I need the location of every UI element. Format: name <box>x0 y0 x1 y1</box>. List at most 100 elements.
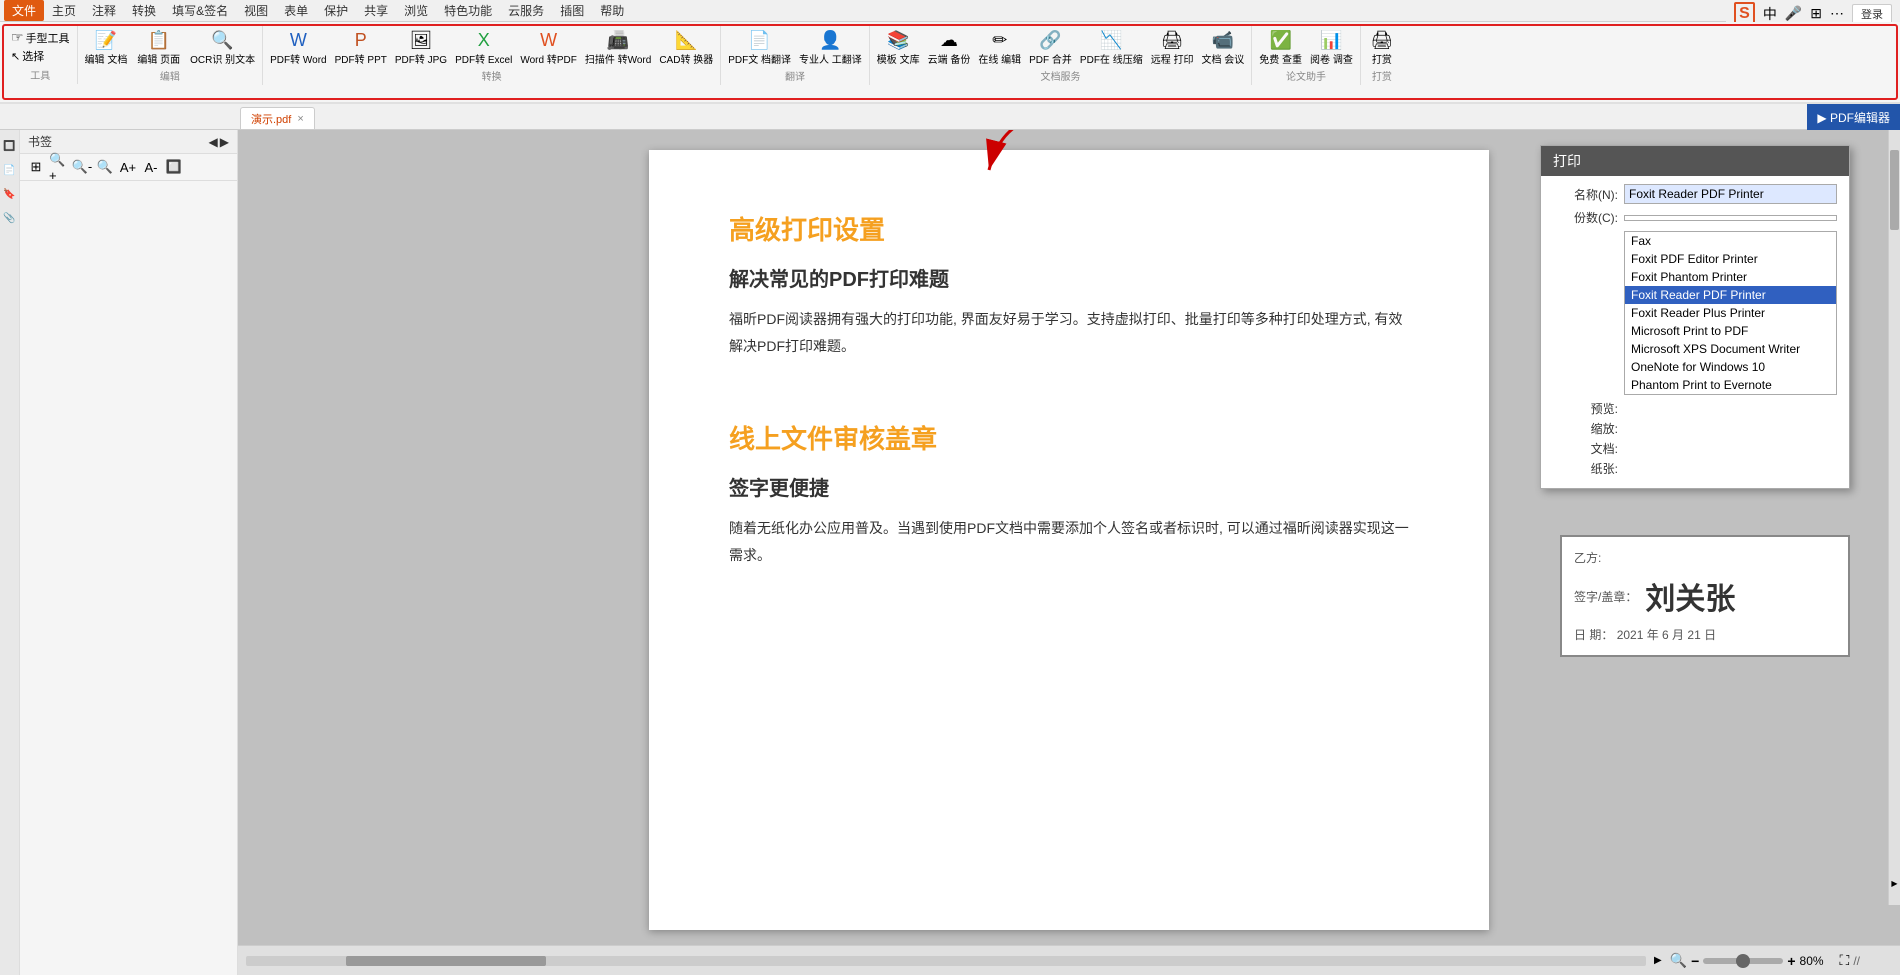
convert-label: 转换 <box>267 68 716 83</box>
online-edit-btn[interactable]: ✏ 在线 编辑 <box>975 28 1024 68</box>
ribbon: ☞ 手型工具 ↖ 选择 工具 📝 编辑 文档 📋 编辑 页面 <box>0 22 1900 104</box>
menu-convert[interactable]: 转换 <box>124 0 164 21</box>
ribbon-thesis-group: ✅ 免费 查重 📊 阅卷 调查 论文助手 <box>1252 26 1361 85</box>
scroll-area[interactable]: 高级打印设置 解决常见的PDF打印难题 福昕PDF阅读器拥有强大的打印功能, 界… <box>238 130 1900 945</box>
sidebar-tool-6[interactable]: A- <box>141 157 161 177</box>
ocr-btn[interactable]: 🔍 OCR识 别文本 <box>187 28 258 68</box>
scan-btn[interactable]: 📠 扫描件 转Word <box>582 28 655 68</box>
menu-view[interactable]: 视图 <box>236 0 276 21</box>
pdf-tab[interactable]: 演示.pdf × <box>240 107 315 129</box>
select-tool-btn[interactable]: ↖ 选择 <box>8 47 73 65</box>
printer-item-phantom[interactable]: Foxit Phantom Printer <box>1625 268 1836 286</box>
edit-page-btn[interactable]: 📋 编辑 页面 <box>134 28 183 68</box>
menu-file[interactable]: 文件 <box>4 0 44 21</box>
menu-annotation[interactable]: 注释 <box>84 0 124 21</box>
sidebar-tool-2[interactable]: 🔍+ <box>49 157 69 177</box>
merge-btn[interactable]: 🔗 PDF 合并 <box>1026 28 1075 68</box>
print-name-input[interactable]: Foxit Reader PDF Printer <box>1624 184 1837 204</box>
right-scrollbar[interactable]: ▶ <box>1888 130 1900 905</box>
fullscreen-icon[interactable]: ⛶ <box>1840 952 1850 969</box>
zoom-out-icon[interactable]: 🔍 <box>1670 952 1687 969</box>
doc-meeting-btn[interactable]: 📹 文档 会议 <box>1198 28 1247 68</box>
ribbon-translate-group: 📄 PDF文 档翻译 👤 专业人 工翻译 翻译 <box>721 26 870 85</box>
printer-item-reader[interactable]: Foxit Reader PDF Printer <box>1625 286 1836 304</box>
reading-btn[interactable]: 📊 阅卷 调查 <box>1307 28 1356 68</box>
menu-bar: 文件 主页 注释 转换 填写&签名 视图 表单 保护 共享 浏览 特色功能 云服… <box>0 0 1900 22</box>
bottom-scrollbar-thumb[interactable] <box>346 956 546 966</box>
sidebar-tools-bar: ⊞ 🔍+ 🔍- 🔍 A+ A- 🔲 <box>20 154 237 181</box>
menu-share[interactable]: 共享 <box>356 0 396 21</box>
printer-item-onenote[interactable]: OneNote for Windows 10 <box>1625 358 1836 376</box>
login-button[interactable]: 登录 <box>1852 4 1892 24</box>
printer-item-evernote[interactable]: Phantom Print to Evernote <box>1625 376 1836 394</box>
menu-fill-sign[interactable]: 填写&签名 <box>164 0 236 21</box>
pdf-to-excel-btn[interactable]: X PDF转 Excel <box>452 28 515 68</box>
pdf-page: 高级打印设置 解决常见的PDF打印难题 福昕PDF阅读器拥有强大的打印功能, 界… <box>649 150 1489 930</box>
pdf-to-word-btn[interactable]: W PDF转 Word <box>267 28 330 68</box>
menu-help[interactable]: 帮助 <box>592 0 632 21</box>
print-reward-btn[interactable]: 🖨 打赏 <box>1365 28 1399 68</box>
scroll-right-btn[interactable]: ▶ <box>1654 955 1662 966</box>
fit-page-icon[interactable]: // <box>1853 954 1860 968</box>
scrollbar-thumb[interactable] <box>1890 150 1899 230</box>
bottom-scrollbar-track[interactable] <box>246 956 1646 966</box>
sidebar-icon-strip: 🔲 📄 🔖 📎 <box>0 130 20 975</box>
ribbon-convert-group: W PDF转 Word P PDF转 PPT 🖼 PDF转 JPG X PDF转… <box>263 26 721 85</box>
pdf-to-ppt-btn[interactable]: P PDF转 PPT <box>332 28 390 68</box>
cloud-backup-btn[interactable]: ☁ 云端 备份 <box>925 28 974 68</box>
menu-protect[interactable]: 保护 <box>316 0 356 21</box>
sidebar-tool-7[interactable]: 🔲 <box>164 157 184 177</box>
printer-item-fax[interactable]: Fax <box>1625 232 1836 250</box>
sidebar-tool-5[interactable]: A+ <box>118 157 138 177</box>
tab-filename: 演示.pdf <box>251 111 291 127</box>
sidebar-icon-2[interactable]: 📄 <box>2 162 18 178</box>
word-to-pdf-btn[interactable]: W Word 转PDF <box>517 28 580 68</box>
bottom-bar: ▶ 🔍 − + 80% ⛶ // <box>238 945 1900 975</box>
sidebar-tool-3[interactable]: 🔍- <box>72 157 92 177</box>
menu-plugin[interactable]: 插图 <box>552 0 592 21</box>
printer-item-editor[interactable]: Foxit PDF Editor Printer <box>1625 250 1836 268</box>
remote-print-btn[interactable]: 🖨 远程 打印 <box>1148 28 1197 68</box>
pro-translate-btn[interactable]: 👤 专业人 工翻译 <box>796 28 865 68</box>
pdf-to-jpg-btn[interactable]: 🖼 PDF转 JPG <box>392 28 450 68</box>
sidebar-icon-4[interactable]: 📎 <box>2 210 18 226</box>
hand-tool-btn[interactable]: ☞ 手型工具 <box>8 28 73 47</box>
mic-icon: 🎤 <box>1785 5 1802 22</box>
sidebar-nav-prev[interactable]: ◀ <box>209 135 218 149</box>
sidebar-tool-1[interactable]: ⊞ <box>26 157 46 177</box>
menu-home[interactable]: 主页 <box>44 0 84 21</box>
template-btn[interactable]: 📚 模板 文库 <box>874 28 923 68</box>
sidebar-icon-3[interactable]: 🔖 <box>2 186 18 202</box>
main-layout: 🔲 📄 🔖 📎 书签 ◀ ▶ ⊞ 🔍+ 🔍- 🔍 A+ A- <box>0 130 1900 975</box>
menu-special[interactable]: 特色功能 <box>436 0 500 21</box>
zoom-plus-btn[interactable]: + <box>1787 953 1795 969</box>
free-check-btn[interactable]: ✅ 免费 查重 <box>1256 28 1305 68</box>
edit-doc-btn[interactable]: 📝 编辑 文档 <box>82 28 131 68</box>
pdf-file-btn[interactable]: 📄 PDF文 档翻译 <box>725 28 794 68</box>
menu-cloud[interactable]: 云服务 <box>500 0 552 21</box>
sidebar-icon-1[interactable]: 🔲 <box>2 138 18 154</box>
menu-form[interactable]: 表单 <box>276 0 316 21</box>
printer-item-reader-plus[interactable]: Foxit Reader Plus Printer <box>1625 304 1836 322</box>
content-area: 高级打印设置 解决常见的PDF打印难题 福昕PDF阅读器拥有强大的打印功能, 界… <box>238 130 1900 975</box>
print-copies-input[interactable] <box>1624 215 1837 221</box>
sidebar-tool-4[interactable]: 🔍 <box>95 157 115 177</box>
zoom-minus-btn[interactable]: − <box>1691 953 1699 969</box>
menu-browse[interactable]: 浏览 <box>396 0 436 21</box>
printer-item-ms-xps[interactable]: Microsoft XPS Document Writer <box>1625 340 1836 358</box>
scroll-right-arrow[interactable]: ▶ <box>1889 877 1900 889</box>
cad-btn[interactable]: 📐 CAD转 换器 <box>656 28 716 68</box>
sidebar-nav-next[interactable]: ▶ <box>220 135 229 149</box>
section2-subtitle: 签字更便捷 <box>729 472 1409 501</box>
more-icon: ⋯ <box>1830 5 1844 22</box>
zoom-slider[interactable] <box>1703 958 1783 964</box>
pdf-editor-btn[interactable]: ▶ PDF编辑器 <box>1807 104 1900 130</box>
lang-icon: 中 <box>1763 4 1777 24</box>
red-arrow-annotation <box>949 130 1069 193</box>
pdf-online-btn[interactable]: 📉 PDF在 线压缩 <box>1077 28 1146 68</box>
thesis-label: 论文助手 <box>1256 68 1356 83</box>
tab-close[interactable]: × <box>297 113 303 125</box>
print-paper-label: 纸张: <box>1553 460 1618 477</box>
zoom-thumb[interactable] <box>1736 954 1750 968</box>
printer-item-ms-pdf[interactable]: Microsoft Print to PDF <box>1625 322 1836 340</box>
